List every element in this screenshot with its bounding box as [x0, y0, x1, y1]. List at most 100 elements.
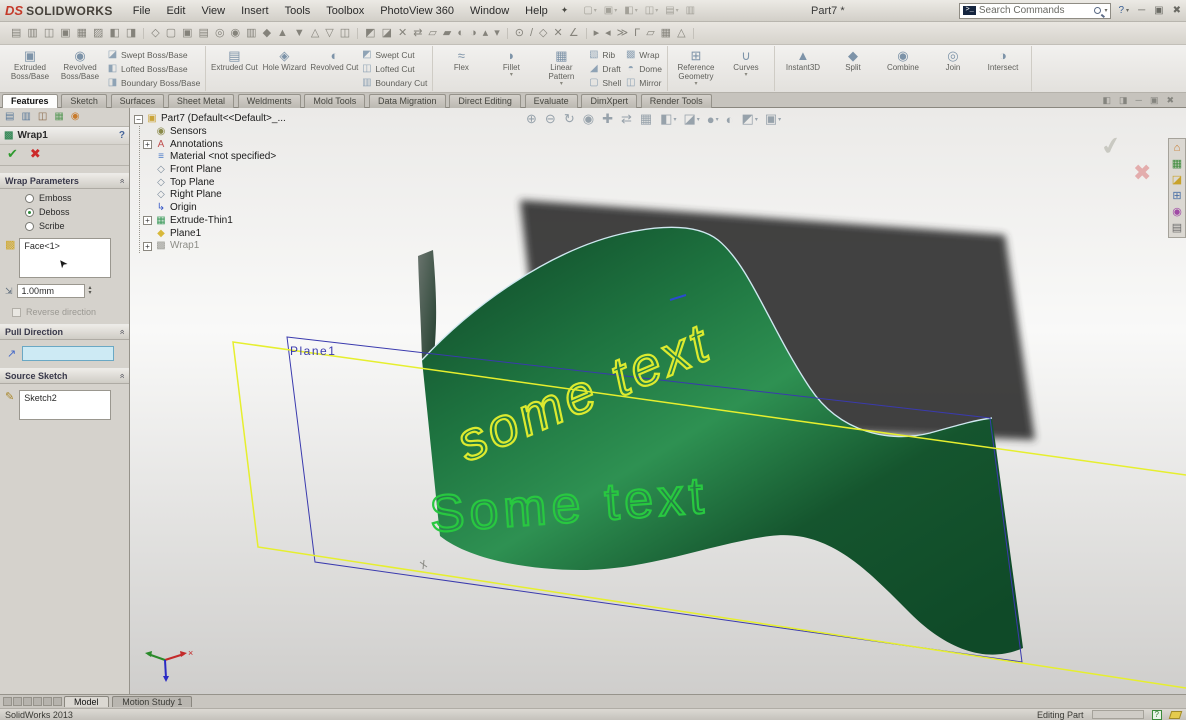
expand-toggle[interactable]: +: [143, 242, 152, 251]
toolbar-icon[interactable]: ⇄: [413, 28, 422, 39]
expand-toggle[interactable]: +: [143, 140, 152, 149]
ribbon-button[interactable]: ◪ Swept Boss/Base: [107, 48, 200, 62]
toolbar-icon[interactable]: ◆: [263, 28, 271, 39]
toolbar-icon[interactable]: ◑: [470, 28, 477, 39]
task-pane-icon[interactable]: ⊞: [1172, 190, 1181, 202]
toolbar-icon[interactable]: ▼: [294, 28, 305, 39]
chevron-down-icon[interactable]: ▾: [1104, 7, 1107, 14]
view-tool-icon[interactable]: ● ▾: [707, 112, 719, 127]
toolbar-icon[interactable]: ▣: [60, 28, 70, 39]
view-tool-icon[interactable]: ⇄: [621, 111, 633, 127]
restore-icon[interactable]: ▣: [1154, 5, 1163, 16]
command-tab[interactable]: Sketch: [61, 94, 107, 108]
quick-access-button[interactable]: ◧ ▾: [624, 5, 637, 16]
toolbar-icon[interactable]: △: [311, 28, 319, 39]
toolbar-icon[interactable]: ◎: [215, 28, 225, 39]
toolbar-icon[interactable]: ▥: [246, 28, 256, 39]
task-pane-icon[interactable]: ◪: [1172, 174, 1182, 186]
ribbon-button[interactable]: ▲ Instant3D: [778, 46, 828, 91]
command-tab[interactable]: Sheet Metal: [168, 94, 234, 108]
ribbon-button[interactable]: ◩ Swept Cut: [361, 48, 427, 62]
tab-scroll-button[interactable]: [33, 697, 42, 706]
ribbon-button[interactable]: ◈ Hole Wizard: [259, 46, 309, 91]
collapse-chevron-icon[interactable]: »: [116, 329, 126, 334]
tree-item[interactable]: ◉ Sensors: [143, 126, 286, 139]
toolbar-icon[interactable]: ∠: [569, 28, 579, 39]
tree-item[interactable]: ◇ Front Plane: [143, 164, 286, 177]
ribbon-button[interactable]: ◫ Lofted Cut: [361, 62, 427, 76]
toolbar-icon[interactable]: ◧: [109, 28, 119, 39]
ribbon-button[interactable]: ◎ Join: [928, 46, 978, 91]
panel-tab-icon[interactable]: ▤: [5, 112, 14, 122]
toolbar-icon[interactable]: ◉: [231, 28, 241, 39]
toolbar-icon[interactable]: ▽: [325, 28, 333, 39]
toolbar-icon[interactable]: △: [677, 28, 685, 39]
toolbar-icon[interactable]: ▰: [443, 28, 451, 39]
depth-input[interactable]: 1.00mm: [17, 284, 85, 298]
toolbar-icon[interactable]: Γ: [634, 28, 640, 39]
task-pane-icon[interactable]: ▤: [1172, 222, 1182, 234]
ribbon-button[interactable]: ▥ Boundary Cut: [361, 76, 427, 90]
ribbon-button[interactable]: ◫ Mirror: [625, 76, 662, 90]
toolbar-icon[interactable]: ◫: [340, 28, 350, 39]
cancel-button[interactable]: ✖: [30, 148, 41, 160]
wrap-type-radio[interactable]: Deboss: [25, 207, 129, 217]
tab-scroll-button[interactable]: [3, 697, 12, 706]
command-tab[interactable]: Weldments: [238, 94, 301, 108]
expand-toggle[interactable]: +: [143, 216, 152, 225]
toolbar-icon[interactable]: ✕: [553, 28, 562, 39]
tree-item[interactable]: ◆ Plane1: [143, 227, 286, 240]
view-tool-icon[interactable]: ↻: [564, 111, 576, 127]
spin-down-icon[interactable]: ▾: [89, 291, 92, 296]
task-pane-icon[interactable]: ◉: [1172, 206, 1182, 218]
ribbon-button[interactable]: ◑ Intersect: [978, 46, 1028, 91]
source-sketch-header[interactable]: Source Sketch »: [0, 368, 129, 384]
toolbar-icon[interactable]: ◨: [126, 28, 136, 39]
confirm-cancel-icon[interactable]: ✖: [1133, 160, 1151, 185]
quick-tips-icon[interactable]: ?: [1152, 710, 1162, 720]
tree-item[interactable]: ≡ Material <not specified>: [143, 151, 286, 164]
document-tab[interactable]: Motion Study 1: [112, 696, 192, 707]
search-input[interactable]: Search Commands: [979, 5, 1092, 16]
pane-control-icon[interactable]: ─: [1136, 95, 1142, 106]
command-tab[interactable]: DimXpert: [581, 94, 637, 108]
ok-button[interactable]: ✔: [7, 148, 18, 160]
command-tab[interactable]: Render Tools: [641, 94, 712, 108]
toolbar-icon[interactable]: ▤: [199, 28, 209, 39]
source-sketch-box[interactable]: Sketch2: [19, 390, 111, 420]
toolbar-icon[interactable]: ◫: [44, 28, 54, 39]
collapse-chevron-icon[interactable]: »: [116, 178, 126, 183]
panel-tab-icon[interactable]: ◫: [38, 112, 47, 122]
radio-button[interactable]: [25, 222, 34, 231]
view-tool-icon[interactable]: ⊕: [526, 111, 538, 127]
ribbon-button[interactable]: ◗ Fillet ▾: [486, 46, 536, 91]
toolbar-icon[interactable]: ◇: [151, 28, 159, 39]
pin-icon[interactable]: ✦: [561, 5, 569, 16]
tag-icon[interactable]: [1169, 711, 1183, 719]
toolbar-icon[interactable]: ⊙: [515, 28, 524, 39]
pane-control-icon[interactable]: ◧: [1103, 95, 1112, 106]
pull-direction-selection-box[interactable]: [22, 346, 114, 361]
panel-tab-icon[interactable]: ◉: [71, 112, 80, 122]
menu-item[interactable]: Help: [517, 2, 556, 20]
expand-toggle[interactable]: −: [134, 115, 143, 124]
search-icon[interactable]: [1094, 7, 1101, 14]
pane-control-icon[interactable]: ▣: [1150, 95, 1159, 106]
wrap-parameters-header[interactable]: Wrap Parameters »: [0, 173, 129, 189]
tab-scroll-button[interactable]: [43, 697, 52, 706]
menu-item[interactable]: Toolbox: [318, 2, 372, 20]
reverse-direction-checkbox[interactable]: [12, 308, 21, 317]
radio-button[interactable]: [25, 208, 34, 217]
menu-item[interactable]: Tools: [277, 2, 319, 20]
ribbon-button[interactable]: ∪ Curves ▾: [721, 46, 771, 91]
command-tab[interactable]: Surfaces: [111, 94, 165, 108]
toolbar-icon[interactable]: ▱: [428, 28, 436, 39]
toolbar-icon[interactable]: ≫: [617, 28, 629, 39]
toolbar-icon[interactable]: ◇: [539, 28, 547, 39]
view-tool-icon[interactable]: ◩ ▾: [742, 111, 758, 127]
ribbon-button[interactable]: ⊞ Reference Geometry ▾: [671, 46, 721, 91]
toolbar-icon[interactable]: ▥: [27, 28, 37, 39]
tree-item[interactable]: + A Annotations: [143, 138, 286, 151]
confirm-check-icon[interactable]: ✔: [1099, 131, 1124, 162]
menu-item[interactable]: Window: [462, 2, 517, 20]
